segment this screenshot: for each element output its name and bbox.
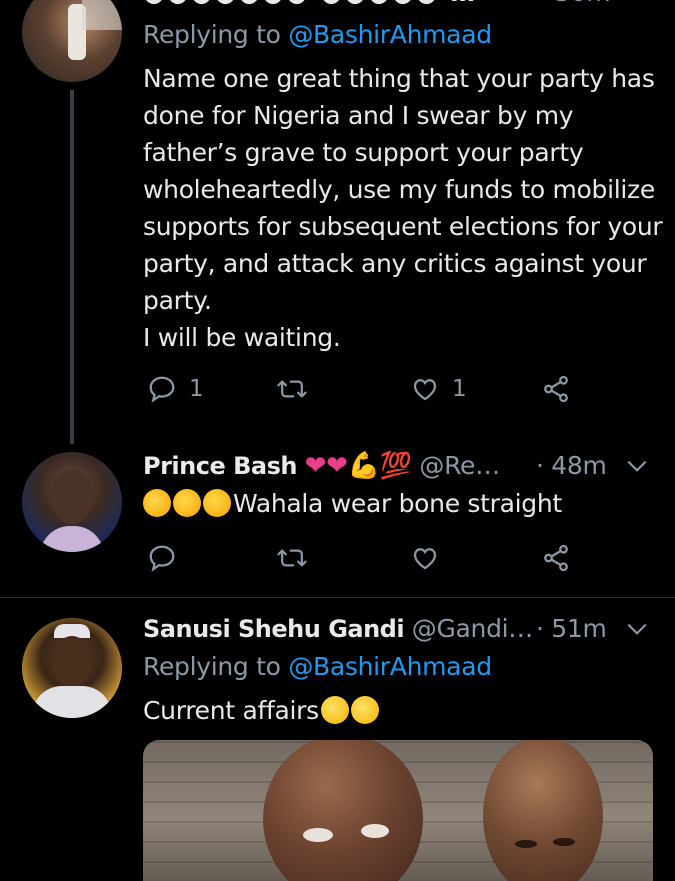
- child-head-right: [483, 740, 603, 881]
- rofl-emoji: [173, 489, 201, 517]
- replying-to: Replying to @BashirAhmaad: [143, 652, 492, 681]
- rofl-emoji: [203, 489, 231, 517]
- reply-button[interactable]: 1: [147, 374, 204, 404]
- like-button[interactable]: 1: [410, 374, 467, 404]
- tweet-text: Wahala wear bone straight: [143, 485, 562, 522]
- tweet-media-image[interactable]: [143, 740, 653, 881]
- tweet-header: Prince Bash ❤❤💪💯 @Re…: [143, 451, 500, 481]
- child-head-left: [263, 740, 423, 881]
- timestamp[interactable]: · 51m: [536, 614, 607, 643]
- rofl-emoji: [143, 489, 171, 517]
- chevron-down-icon[interactable]: [624, 456, 650, 476]
- reply-icon: [149, 376, 175, 403]
- tweet-text-body: Current affairs: [143, 696, 319, 725]
- name-emojis: ❤❤💪💯: [304, 451, 412, 481]
- replying-prefix: Replying to: [143, 20, 281, 49]
- share-button[interactable]: [541, 543, 571, 573]
- handle[interactable]: @Re…: [419, 451, 500, 480]
- replying-prefix: Replying to: [143, 652, 281, 681]
- reply-count: 1: [189, 376, 204, 402]
- chevron-down-icon[interactable]: [624, 619, 650, 639]
- share-button[interactable]: [541, 374, 571, 404]
- tweet-divider: [0, 597, 675, 598]
- eye-roll-emoji: [350, 696, 379, 724]
- reply-button[interactable]: [147, 543, 177, 573]
- avatar[interactable]: [22, 452, 122, 552]
- thread-line: [70, 90, 74, 444]
- timestamp[interactable]: 50m: [555, 0, 611, 7]
- display-name[interactable]: ●●●●●●● ●●●●● …: [143, 0, 477, 7]
- handle[interactable]: @Gandi…: [412, 614, 534, 643]
- retweet-icon: [277, 549, 307, 567]
- avatar[interactable]: [22, 618, 122, 718]
- like-button[interactable]: [410, 543, 440, 573]
- eye-roll-emoji: [320, 696, 349, 724]
- tweet-text: Current affairs: [143, 692, 381, 729]
- tweet-header: Sanusi Shehu Gandi @Gandi…: [143, 614, 533, 643]
- replying-handle-link[interactable]: @BashirAhmaad: [288, 20, 492, 49]
- timestamp[interactable]: · 48m: [536, 451, 607, 480]
- retweet-icon: [277, 380, 307, 398]
- share-icon: [544, 375, 568, 403]
- display-name[interactable]: Sanusi Shehu Gandi: [143, 615, 405, 643]
- tweet-text-body: Wahala wear bone straight: [233, 489, 562, 518]
- like-icon: [413, 379, 437, 401]
- share-icon: [544, 544, 568, 572]
- tweet-text: Name one great thing that your party has…: [143, 64, 663, 352]
- retweet-button[interactable]: [276, 374, 308, 404]
- like-count: 1: [452, 376, 467, 402]
- display-name[interactable]: Prince Bash: [143, 452, 297, 480]
- retweet-button[interactable]: [276, 543, 308, 573]
- reply-icon: [149, 545, 175, 572]
- like-icon: [413, 548, 437, 570]
- avatar[interactable]: [22, 0, 122, 82]
- replying-to: Replying to @BashirAhmaad: [143, 20, 492, 49]
- replying-handle-link[interactable]: @BashirAhmaad: [288, 652, 492, 681]
